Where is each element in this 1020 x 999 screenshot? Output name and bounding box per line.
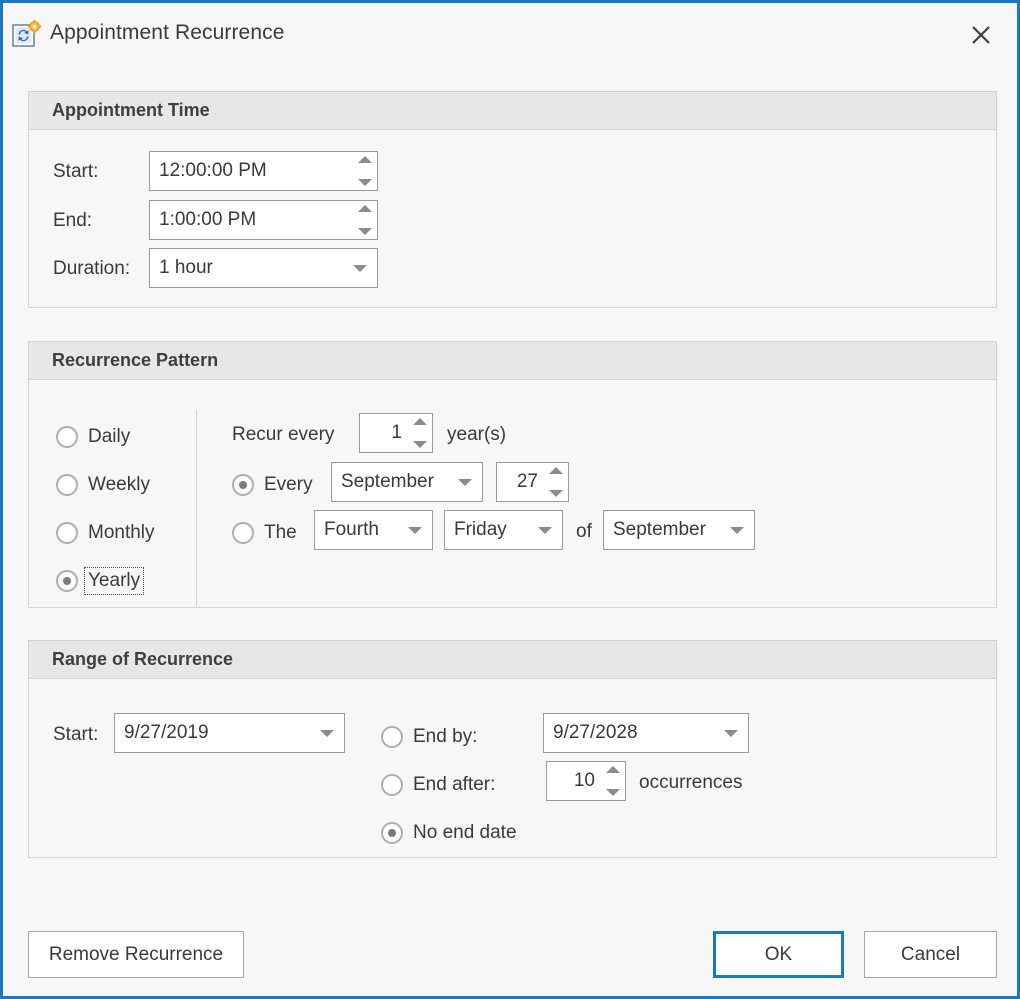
range-of-recurrence-group: Range of Recurrence Start: 9/27/2019 End…	[28, 640, 997, 858]
recur-interval-value: 1	[391, 422, 402, 444]
appointment-time-heading-label: Appointment Time	[52, 100, 210, 121]
radio-dot-end-by	[381, 726, 403, 748]
radio-dot-daily	[56, 426, 78, 448]
appointment-time-group: Appointment Time Start: 12:00:00 PM End:…	[28, 91, 997, 308]
occurrences-label: occurrences	[639, 772, 743, 794]
chevron-down-icon[interactable]	[730, 527, 744, 534]
cancel-button-label: Cancel	[901, 944, 960, 966]
frequency-radio-daily[interactable]: Daily	[56, 424, 133, 450]
frequency-radio-daily-label: Daily	[85, 424, 133, 450]
close-icon[interactable]	[959, 13, 1003, 57]
chevron-down-icon[interactable]	[724, 730, 738, 737]
radio-dot-yearly	[56, 570, 78, 592]
start-time-input[interactable]: 12:00:00 PM	[149, 151, 378, 191]
yearly-month-value: September	[341, 471, 434, 493]
frequency-radio-monthly[interactable]: Monthly	[56, 520, 158, 546]
range-start-date-picker[interactable]: 9/27/2019	[114, 713, 345, 753]
ok-button[interactable]: OK	[713, 931, 844, 978]
recur-interval-input[interactable]: 1	[359, 413, 433, 453]
yearly-day-spinner[interactable]	[547, 467, 565, 497]
radio-dot-end-after	[381, 774, 403, 796]
range-of-recurrence-heading: Range of Recurrence	[29, 641, 996, 679]
radio-dot-no-end-date	[381, 822, 403, 844]
yearly-day-input[interactable]: 27	[496, 462, 569, 502]
duration-value: 1 hour	[159, 257, 213, 279]
cancel-button[interactable]: Cancel	[864, 931, 997, 978]
frequency-radio-weekly-label: Weekly	[85, 472, 153, 498]
end-time-label: End:	[53, 210, 92, 232]
frequency-radio-yearly-label: Yearly	[85, 568, 143, 594]
chevron-down-icon[interactable]	[538, 527, 552, 534]
range-start-label: Start:	[53, 724, 98, 746]
end-after-count-spinner[interactable]	[604, 766, 622, 796]
range-of-recurrence-heading-label: Range of Recurrence	[52, 649, 233, 670]
appointment-time-heading: Appointment Time	[29, 92, 996, 130]
yearly-weekday-select[interactable]: Friday	[444, 510, 563, 550]
end-by-radio-label: End by:	[410, 724, 480, 750]
yearly-the-radio-label: The	[261, 520, 300, 546]
recur-unit-label: year(s)	[447, 424, 506, 446]
recurrence-pattern-heading-label: Recurrence Pattern	[52, 350, 218, 371]
chevron-down-icon[interactable]	[408, 527, 422, 534]
yearly-ordinal-select[interactable]: Fourth	[314, 510, 433, 550]
yearly-every-radio[interactable]: Every	[232, 472, 316, 498]
yearly-day-value: 27	[517, 471, 538, 493]
remove-recurrence-button-label: Remove Recurrence	[49, 944, 223, 966]
end-after-count-input[interactable]: 10	[546, 761, 626, 801]
yearly-ordinal-value: Fourth	[324, 519, 379, 541]
end-by-radio[interactable]: End by:	[381, 724, 480, 750]
radio-dot-weekly	[56, 474, 78, 496]
frequency-radio-yearly[interactable]: Yearly	[56, 568, 143, 594]
yearly-the-radio[interactable]: The	[232, 520, 300, 546]
recurrence-pattern-heading: Recurrence Pattern	[29, 342, 996, 380]
duration-label: Duration:	[53, 258, 130, 280]
no-end-date-radio-label: No end date	[410, 820, 520, 846]
end-time-value: 1:00:00 PM	[159, 209, 256, 231]
appointment-recurrence-dialog: Appointment Recurrence Appointment Time …	[0, 0, 1020, 999]
yearly-month-select[interactable]: September	[331, 462, 483, 502]
remove-recurrence-button[interactable]: Remove Recurrence	[28, 931, 244, 978]
yearly-of-label: of	[576, 521, 592, 543]
start-time-label: Start:	[53, 161, 98, 183]
recur-every-label: Recur every	[232, 424, 334, 446]
end-by-date-value: 9/27/2028	[553, 722, 638, 744]
window-title: Appointment Recurrence	[50, 21, 285, 45]
start-time-spinner[interactable]	[356, 156, 374, 186]
ok-button-label: OK	[765, 944, 792, 966]
yearly-the-month-value: September	[613, 519, 706, 541]
end-after-count-value: 10	[574, 770, 595, 792]
end-by-date-picker[interactable]: 9/27/2028	[543, 713, 749, 753]
title-bar: Appointment Recurrence	[3, 3, 1017, 69]
frequency-radio-monthly-label: Monthly	[85, 520, 158, 546]
end-after-radio-label: End after:	[410, 772, 498, 798]
duration-select[interactable]: 1 hour	[149, 248, 378, 288]
pattern-divider	[196, 410, 197, 606]
end-time-input[interactable]: 1:00:00 PM	[149, 200, 378, 240]
chevron-down-icon[interactable]	[320, 730, 334, 737]
radio-dot-monthly	[56, 522, 78, 544]
yearly-the-month-select[interactable]: September	[603, 510, 755, 550]
chevron-down-icon[interactable]	[458, 479, 472, 486]
end-time-spinner[interactable]	[356, 205, 374, 235]
yearly-every-radio-label: Every	[261, 472, 316, 498]
yearly-weekday-value: Friday	[454, 519, 507, 541]
recurrence-icon	[12, 20, 42, 50]
end-after-radio[interactable]: End after:	[381, 772, 498, 798]
range-start-date-value: 9/27/2019	[124, 722, 209, 744]
radio-dot-the	[232, 522, 254, 544]
frequency-radio-weekly[interactable]: Weekly	[56, 472, 153, 498]
chevron-down-icon[interactable]	[353, 265, 367, 272]
radio-dot-every	[232, 474, 254, 496]
recurrence-pattern-group: Recurrence Pattern Daily Weekly Monthly …	[28, 341, 997, 608]
recur-interval-spinner[interactable]	[411, 418, 429, 448]
no-end-date-radio[interactable]: No end date	[381, 820, 520, 846]
start-time-value: 12:00:00 PM	[159, 160, 267, 182]
